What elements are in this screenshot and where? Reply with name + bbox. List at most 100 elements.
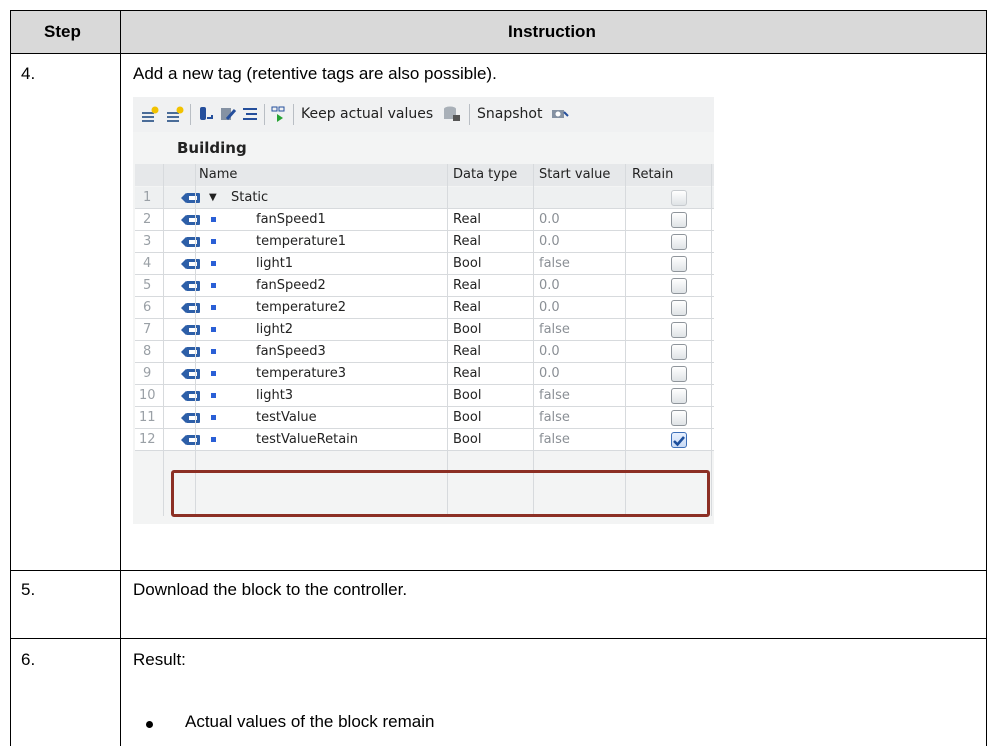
table-row[interactable]: 3 temperature1 Real 0.0 (135, 231, 714, 253)
tag-icon (181, 391, 200, 401)
tag-data-type[interactable]: Real (453, 209, 481, 231)
keep-actual-values-button[interactable]: Keep actual values (301, 106, 433, 122)
tag-data-type[interactable]: Bool (453, 253, 481, 275)
tag-name[interactable]: testValue (256, 407, 317, 429)
tag-data-type[interactable]: Real (453, 275, 481, 297)
highlight-box (171, 470, 710, 517)
tag-name[interactable]: testValueRetain (256, 429, 358, 451)
column-data-type[interactable]: Data type (453, 164, 517, 186)
row-number: 5 (143, 278, 152, 293)
snapshot-button[interactable]: Snapshot (477, 106, 542, 122)
retain-checkbox[interactable] (671, 388, 687, 404)
table-row[interactable]: 1 ▼ Static (135, 187, 714, 209)
tag-name[interactable]: temperature2 (256, 297, 346, 319)
tag-icon (181, 303, 200, 313)
variable-icon (211, 327, 216, 332)
tag-name[interactable]: light1 (256, 253, 293, 275)
table-row[interactable]: 8 fanSpeed3 Real 0.0 (135, 341, 714, 363)
tag-data-type[interactable]: Real (453, 363, 481, 385)
tag-name[interactable]: temperature1 (256, 231, 346, 253)
tag-data-type[interactable]: Bool (453, 407, 481, 429)
step-number: 4. (21, 64, 36, 83)
tag-start-value[interactable]: 0.0 (539, 297, 560, 319)
variable-icon (211, 371, 216, 376)
tag-start-value[interactable]: 0.0 (539, 231, 560, 253)
retain-checkbox[interactable] (671, 256, 687, 272)
table-row[interactable]: 10 light3 Bool false (135, 385, 714, 407)
row-number: 8 (143, 344, 152, 359)
column-retain[interactable]: Retain (632, 164, 673, 186)
db-icon[interactable] (443, 106, 461, 122)
table-row[interactable]: 2 fanSpeed1 Real 0.0 (135, 209, 714, 231)
instruction-text: Download the block to the controller. (133, 580, 408, 599)
tag-name[interactable]: fanSpeed1 (256, 209, 326, 231)
header-step: Step (44, 22, 81, 41)
tag-start-value[interactable]: false (539, 319, 570, 341)
tag-name[interactable]: light2 (256, 319, 293, 341)
variable-icon (211, 261, 216, 266)
db-link-icon[interactable] (197, 106, 215, 122)
column-name[interactable]: Name (199, 164, 237, 186)
tag-start-value[interactable]: false (539, 407, 570, 429)
tag-start-value[interactable]: 0.0 (539, 363, 560, 385)
retain-checkbox[interactable] (671, 234, 687, 250)
tag-name[interactable]: light3 (256, 385, 293, 407)
instruction-text: Add a new tag (retentive tags are also p… (133, 64, 497, 83)
tag-start-value[interactable]: false (539, 253, 570, 275)
row-number: 7 (143, 322, 152, 337)
list-icon[interactable] (241, 106, 259, 122)
row-number: 2 (143, 212, 152, 227)
row-number: 1 (143, 190, 152, 205)
row-number: 10 (139, 388, 156, 403)
table-row[interactable]: 5 fanSpeed2 Real 0.0 (135, 275, 714, 297)
table-row[interactable]: 6 temperature2 Real 0.0 (135, 297, 714, 319)
tag-start-value[interactable]: false (539, 429, 570, 451)
tag-data-type[interactable]: Real (453, 297, 481, 319)
tag-name[interactable]: fanSpeed2 (256, 275, 326, 297)
retain-checkbox[interactable] (671, 278, 687, 294)
variable-icon (211, 239, 216, 244)
tag-name[interactable]: temperature3 (256, 363, 346, 385)
tag-start-value[interactable]: 0.0 (539, 341, 560, 363)
tag-name[interactable]: fanSpeed3 (256, 341, 326, 363)
insert-row-icon[interactable] (166, 106, 184, 122)
tag-name[interactable]: Static (231, 187, 268, 209)
tag-data-type[interactable]: Bool (453, 385, 481, 407)
variable-icon (211, 415, 216, 420)
table-row[interactable]: 7 light2 Bool false (135, 319, 714, 341)
tag-start-value[interactable]: 0.0 (539, 209, 560, 231)
table-row[interactable]: 12 testValueRetain Bool false (135, 429, 714, 451)
tag-data-type[interactable]: Real (453, 231, 481, 253)
table-row[interactable]: 9 temperature3 Real 0.0 (135, 363, 714, 385)
row-number: 4 (143, 256, 152, 271)
tag-start-value[interactable]: 0.0 (539, 275, 560, 297)
tag-start-value[interactable]: false (539, 385, 570, 407)
retain-checkbox[interactable] (671, 322, 687, 338)
tag-icon (181, 193, 200, 203)
variable-icon (211, 305, 216, 310)
add-row-icon[interactable] (141, 106, 159, 122)
table-row[interactable]: 11 testValue Bool false (135, 407, 714, 429)
column-start-value[interactable]: Start value (539, 164, 610, 186)
retain-checkbox[interactable] (671, 366, 687, 382)
retain-checkbox[interactable] (671, 432, 687, 448)
tag-table-header: Name Data type Start value Retain (135, 164, 714, 186)
edit-icon[interactable] (219, 106, 237, 122)
tag-data-type[interactable]: Bool (453, 429, 481, 451)
variable-icon (211, 349, 216, 354)
retain-checkbox[interactable] (671, 410, 687, 426)
retain-checkbox[interactable] (671, 344, 687, 360)
retain-checkbox[interactable] (671, 212, 687, 228)
retain-checkbox[interactable] (671, 300, 687, 316)
table-row[interactable]: 4 light1 Bool false (135, 253, 714, 275)
tag-icon (181, 369, 200, 379)
expand-icon[interactable]: ▼ (209, 187, 217, 209)
monitor-icon[interactable] (270, 106, 288, 122)
retain-checkbox[interactable] (671, 190, 687, 206)
tag-icon (181, 237, 200, 247)
instruction-text: Result: (133, 650, 186, 669)
tag-data-type[interactable]: Real (453, 341, 481, 363)
step-number: 5. (21, 580, 36, 599)
camera-icon[interactable] (551, 106, 569, 122)
tag-data-type[interactable]: Bool (453, 319, 481, 341)
